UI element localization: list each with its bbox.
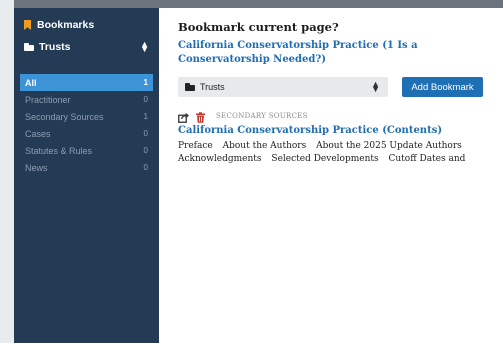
chevron-updown-icon: ▲ ▼ [140, 39, 149, 54]
sidebar-header: Bookmarks [14, 8, 159, 34]
toc-line: Acknowledgments Selected Developments Cu… [178, 153, 483, 166]
folder-selector[interactable]: Trusts ▲ ▼ [14, 34, 159, 60]
category-count: 0 [143, 129, 148, 138]
toc-entry: Acknowledgments [178, 154, 262, 164]
category-count: 0 [143, 95, 148, 104]
bookmark-controls: Trusts ▲ ▼ Add Bookmark [178, 77, 485, 97]
category-count: 0 [143, 163, 148, 172]
toc-entry: Cutoff Dates and [388, 154, 466, 164]
sidebar-title: Bookmarks [37, 19, 95, 31]
category-label: Secondary Sources [25, 111, 104, 122]
bookmarks-panel: Bookmarks Trusts ▲ ▼ All 1 Practitioner 0… [14, 8, 503, 343]
category-count: 1 [143, 112, 148, 121]
toc-entry: Preface [178, 141, 213, 151]
sidebar-item-practitioner[interactable]: Practitioner 0 [20, 91, 153, 108]
sidebar-item-news[interactable]: News 0 [20, 159, 153, 176]
toc-entry: About the 2025 Update Authors [316, 141, 462, 151]
category-label: Cases [25, 128, 51, 139]
page-title: Bookmark current page? [178, 20, 339, 34]
folder-icon [24, 43, 34, 51]
folder-dropdown-value: Trusts [200, 82, 225, 92]
category-label: News [25, 162, 48, 173]
sidebar-item-cases[interactable]: Cases 0 [20, 125, 153, 142]
category-count: 0 [143, 146, 148, 155]
bookmark-meta: SECONDARY SOURCES [178, 110, 485, 123]
source-type-label: SECONDARY SOURCES [216, 111, 308, 120]
main-content: Bookmark current page? California Conser… [159, 8, 503, 343]
sidebar-item-statutes-rules[interactable]: Statutes & Rules 0 [20, 142, 153, 159]
sidebar: Bookmarks Trusts ▲ ▼ All 1 Practitioner 0… [14, 8, 159, 343]
toc-line: Preface About the Authors About the 2025… [178, 140, 483, 153]
category-list: All 1 Practitioner 0 Secondary Sources 1… [14, 74, 159, 176]
folder-icon [185, 83, 195, 91]
current-page-link[interactable]: California Conservatorship Practice (1 I… [178, 39, 485, 67]
bookmark-toc: Preface About the Authors About the 2025… [178, 140, 483, 166]
chevron-updown-icon: ▲ ▼ [371, 79, 380, 94]
sidebar-item-all[interactable]: All 1 [20, 74, 153, 91]
add-bookmark-button[interactable]: Add Bookmark [402, 77, 483, 97]
category-label: Statutes & Rules [25, 145, 93, 156]
category-count: 1 [143, 78, 148, 87]
bookmark-item: SECONDARY SOURCES California Conservator… [178, 110, 485, 166]
category-label: All [25, 77, 37, 88]
toc-entry: About the Authors [222, 141, 307, 151]
folder-name: Trusts [39, 41, 71, 53]
bookmark-title-link[interactable]: California Conservatorship Practice (Con… [178, 125, 485, 136]
sidebar-item-secondary-sources[interactable]: Secondary Sources 1 [20, 108, 153, 125]
trash-icon[interactable] [195, 110, 206, 123]
background-page [0, 0, 14, 343]
category-label: Practitioner [25, 94, 71, 105]
folder-dropdown[interactable]: Trusts ▲ ▼ [178, 77, 388, 97]
share-icon[interactable] [178, 110, 190, 123]
bookmark-icon [24, 20, 31, 30]
toc-entry: Selected Developments [271, 154, 379, 164]
